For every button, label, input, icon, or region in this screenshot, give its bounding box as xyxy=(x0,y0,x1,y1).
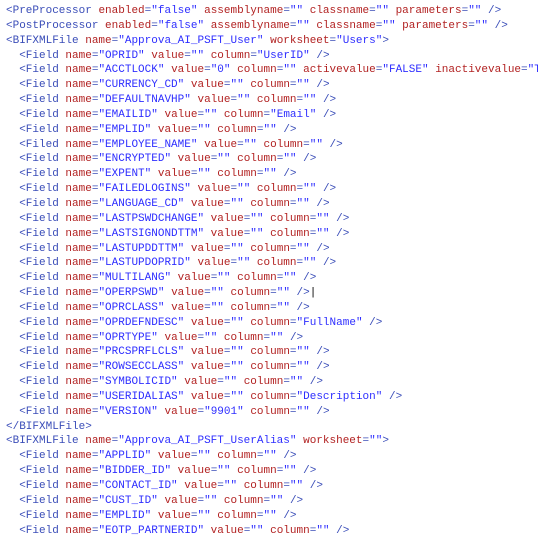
code-line[interactable]: <Field name="BIDDER_ID" value="" column=… xyxy=(6,464,532,479)
code-line[interactable]: <Field name="EXPENT" value="" column="" … xyxy=(6,167,532,182)
code-line[interactable]: <Field name="SYMBOLICID" value="" column… xyxy=(6,375,532,390)
code-line[interactable]: <Field name="OPRTYPE" value="" column=""… xyxy=(6,331,532,346)
code-line[interactable]: <Field name="OPERPSWD" value="" column="… xyxy=(6,286,532,301)
code-line[interactable]: <Field name="LASTSIGNONDTTM" value="" co… xyxy=(6,227,532,242)
code-line[interactable]: <Field name="VERSION" value="9901" colum… xyxy=(6,405,532,420)
code-line[interactable]: <Field name="ACCTLOCK" value="0" column=… xyxy=(6,63,532,78)
code-line[interactable]: <Field name="ROWSECCLASS" value="" colum… xyxy=(6,360,532,375)
code-line[interactable]: <Field name="ENCRYPTED" value="" column=… xyxy=(6,152,532,167)
code-line[interactable]: <Field name="USERIDALIAS" value="" colum… xyxy=(6,390,532,405)
code-line[interactable]: <BIFXMLFile name="Approva_AI_PSFT_User" … xyxy=(6,34,532,49)
code-line[interactable]: <PreProcessor enabled="false" assemblyna… xyxy=(6,4,532,19)
code-line[interactable]: <Field name="EMAILID" value="" column="E… xyxy=(6,108,532,123)
code-line[interactable]: <Field name="CONTACT_ID" value="" column… xyxy=(6,479,532,494)
code-line[interactable]: <Field name="FAILEDLOGINS" value="" colu… xyxy=(6,182,532,197)
code-line[interactable]: <Field name="OPRCLASS" value="" column="… xyxy=(6,301,532,316)
code-line[interactable]: <Field name="OPRDEFNDESC" value="" colum… xyxy=(6,316,532,331)
code-line[interactable]: <Field name="DEFAULTNAVHP" value="" colu… xyxy=(6,93,532,108)
code-line[interactable]: <Field name="LASTUPDOPRID" value="" colu… xyxy=(6,256,532,271)
code-line[interactable]: <Field name="EMPLID" value="" column="" … xyxy=(6,123,532,138)
code-line[interactable]: <Field name="LASTUPDDTTM" value="" colum… xyxy=(6,242,532,257)
code-line[interactable]: <Field name="LANGUAGE_CD" value="" colum… xyxy=(6,197,532,212)
code-line[interactable]: <Field name="CURRENCY_CD" value="" colum… xyxy=(6,78,532,93)
code-line[interactable]: <Field name="EMPLID" value="" column="" … xyxy=(6,509,532,524)
code-line[interactable]: <Field name="LASTPSWDCHANGE" value="" co… xyxy=(6,212,532,227)
code-line[interactable]: <Field name="CUST_ID" value="" column=""… xyxy=(6,494,532,509)
code-line[interactable]: <BIFXMLFile name="Approva_AI_PSFT_UserAl… xyxy=(6,434,532,449)
code-line[interactable]: <Field name="PRCSPRFLCLS" value="" colum… xyxy=(6,345,532,360)
code-line[interactable]: <PostProcessor enabled="false" assemblyn… xyxy=(6,19,532,34)
code-line[interactable]: <Field name="APPLID" value="" column="" … xyxy=(6,449,532,464)
code-line[interactable]: <Field name="OPRID" value="" column="Use… xyxy=(6,49,532,64)
code-line[interactable]: <Field name="EOTP_PARTNERID" value="" co… xyxy=(6,524,532,536)
code-line[interactable]: <Field name="MULTILANG" value="" column=… xyxy=(6,271,532,286)
code-line[interactable]: <Filed name="EMPLOYEE_NAME" value="" col… xyxy=(6,138,532,153)
code-line[interactable]: </BIFXMLFile> xyxy=(6,420,532,435)
xml-code-editor[interactable]: <PreProcessor enabled="false" assemblyna… xyxy=(0,0,538,536)
